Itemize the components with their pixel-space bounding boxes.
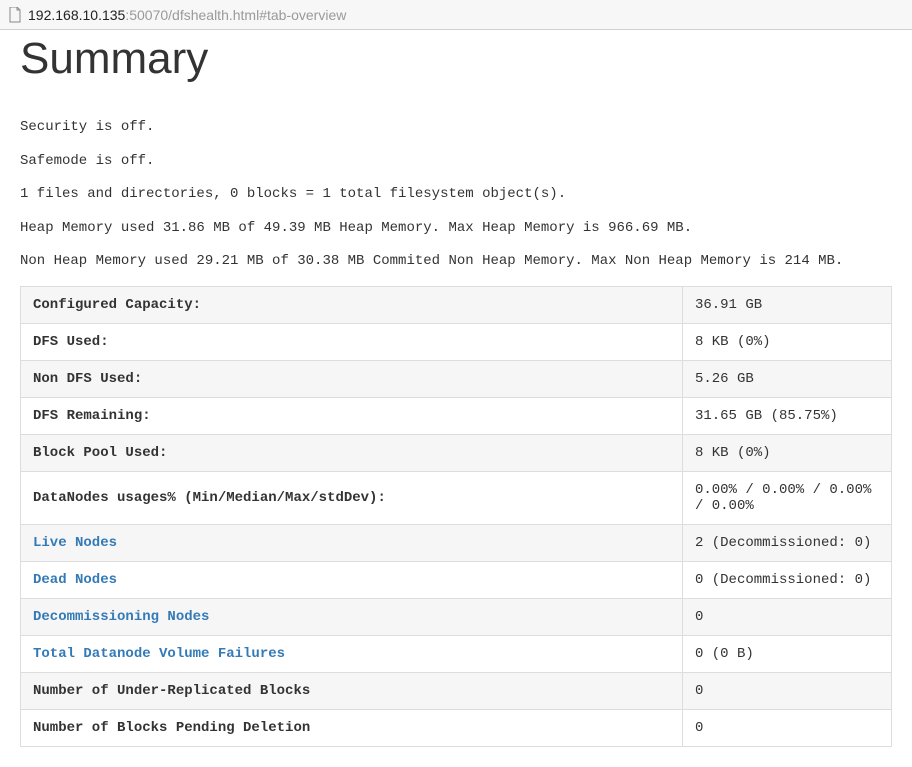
table-row: Configured Capacity: 36.91 GB bbox=[21, 286, 892, 323]
live-nodes-link[interactable]: Live Nodes bbox=[33, 535, 117, 551]
summary-table: Configured Capacity: 36.91 GB DFS Used: … bbox=[20, 286, 892, 747]
row-value: 2 (Decommissioned: 0) bbox=[682, 524, 891, 561]
address-url: 192.168.10.135:50070/dfshealth.html#tab-… bbox=[28, 7, 346, 23]
row-value: 31.65 GB (85.75%) bbox=[682, 397, 891, 434]
row-label: DFS Used: bbox=[21, 323, 683, 360]
row-label: DFS Remaining: bbox=[21, 397, 683, 434]
row-label: Number of Blocks Pending Deletion bbox=[21, 709, 683, 746]
table-row: Live Nodes 2 (Decommissioned: 0) bbox=[21, 524, 892, 561]
status-safemode: Safemode is off. bbox=[20, 152, 892, 172]
table-row: DataNodes usages% (Min/Median/Max/stdDev… bbox=[21, 471, 892, 524]
table-row: Dead Nodes 0 (Decommissioned: 0) bbox=[21, 561, 892, 598]
row-value: 36.91 GB bbox=[682, 286, 891, 323]
status-lines: Security is off. Safemode is off. 1 file… bbox=[20, 118, 892, 272]
row-value: 8 KB (0%) bbox=[682, 434, 891, 471]
decommissioning-nodes-link[interactable]: Decommissioning Nodes bbox=[33, 609, 209, 625]
row-label: Configured Capacity: bbox=[21, 286, 683, 323]
status-heap: Heap Memory used 31.86 MB of 49.39 MB He… bbox=[20, 219, 892, 239]
row-label: Block Pool Used: bbox=[21, 434, 683, 471]
row-value: 5.26 GB bbox=[682, 360, 891, 397]
table-row: Non DFS Used: 5.26 GB bbox=[21, 360, 892, 397]
row-value: 8 KB (0%) bbox=[682, 323, 891, 360]
row-value: 0 (Decommissioned: 0) bbox=[682, 561, 891, 598]
table-row: Decommissioning Nodes 0 bbox=[21, 598, 892, 635]
table-row: DFS Used: 8 KB (0%) bbox=[21, 323, 892, 360]
table-row: Number of Under-Replicated Blocks 0 bbox=[21, 672, 892, 709]
row-label: Decommissioning Nodes bbox=[21, 598, 683, 635]
file-icon bbox=[8, 7, 22, 23]
page-title: Summary bbox=[20, 34, 892, 84]
table-row: Number of Blocks Pending Deletion 0 bbox=[21, 709, 892, 746]
address-url-rest: :50070/dfshealth.html#tab-overview bbox=[125, 7, 346, 23]
status-nonheap: Non Heap Memory used 29.21 MB of 30.38 M… bbox=[20, 252, 892, 272]
row-value: 0 bbox=[682, 672, 891, 709]
row-label: Non DFS Used: bbox=[21, 360, 683, 397]
table-row: Total Datanode Volume Failures 0 (0 B) bbox=[21, 635, 892, 672]
row-value: 0 bbox=[682, 598, 891, 635]
row-label: Live Nodes bbox=[21, 524, 683, 561]
row-value: 0 (0 B) bbox=[682, 635, 891, 672]
address-url-host: 192.168.10.135 bbox=[28, 7, 125, 23]
row-label: Total Datanode Volume Failures bbox=[21, 635, 683, 672]
row-value: 0 bbox=[682, 709, 891, 746]
browser-address-bar[interactable]: 192.168.10.135:50070/dfshealth.html#tab-… bbox=[0, 0, 912, 30]
volume-failures-link[interactable]: Total Datanode Volume Failures bbox=[33, 646, 285, 662]
status-files: 1 files and directories, 0 blocks = 1 to… bbox=[20, 185, 892, 205]
row-label: DataNodes usages% (Min/Median/Max/stdDev… bbox=[21, 471, 683, 524]
table-row: DFS Remaining: 31.65 GB (85.75%) bbox=[21, 397, 892, 434]
row-label: Number of Under-Replicated Blocks bbox=[21, 672, 683, 709]
page-content: Summary Security is off. Safemode is off… bbox=[0, 34, 912, 767]
status-security: Security is off. bbox=[20, 118, 892, 138]
row-value: 0.00% / 0.00% / 0.00% / 0.00% bbox=[682, 471, 891, 524]
row-label: Dead Nodes bbox=[21, 561, 683, 598]
table-row: Block Pool Used: 8 KB (0%) bbox=[21, 434, 892, 471]
dead-nodes-link[interactable]: Dead Nodes bbox=[33, 572, 117, 588]
